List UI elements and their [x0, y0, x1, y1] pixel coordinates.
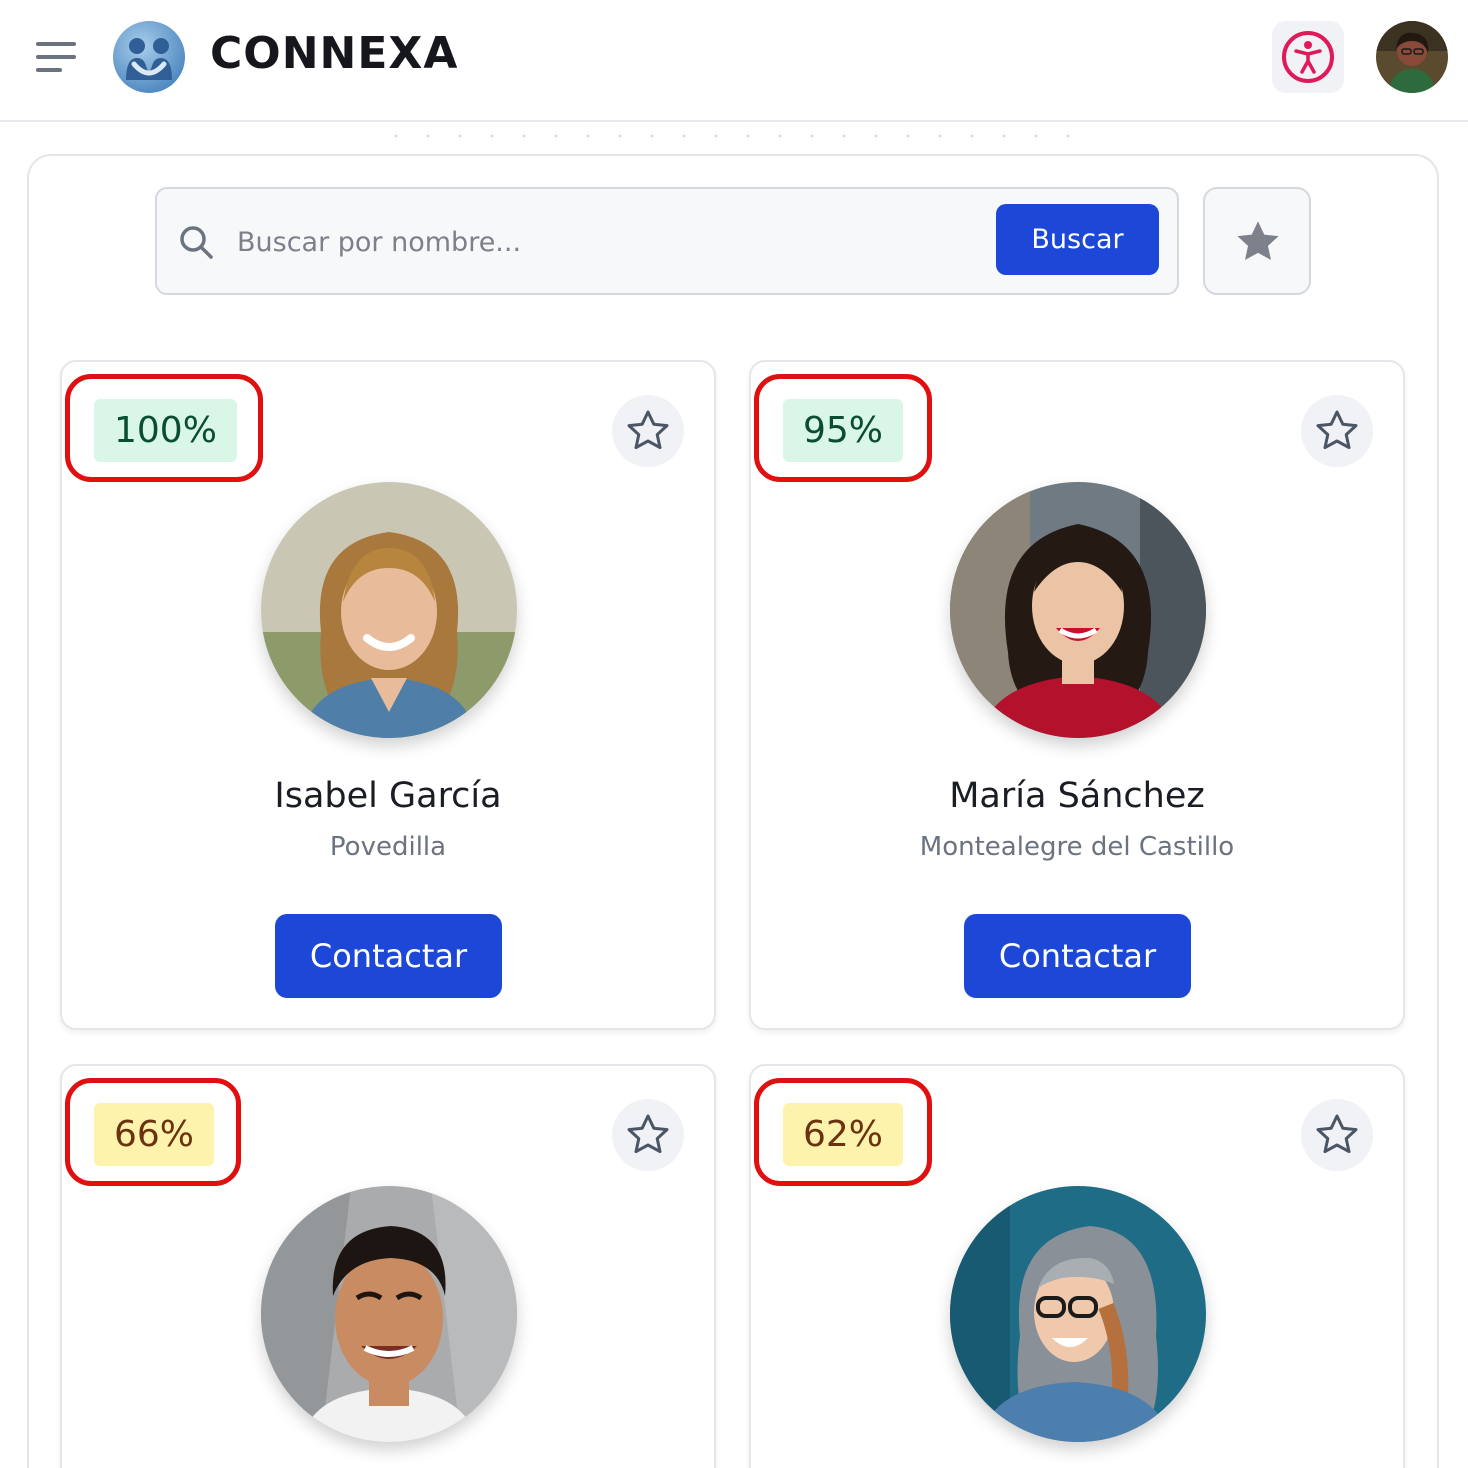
search-icon: [180, 226, 213, 259]
hamburger-menu-icon[interactable]: [36, 40, 78, 74]
match-highlight: [754, 374, 932, 482]
profile-name: Isabel García: [274, 776, 502, 816]
profile-photo: [950, 482, 1206, 738]
profile-card: 66%: [60, 1064, 716, 1468]
star-outline-icon: [627, 410, 669, 450]
profile-photo: [950, 1186, 1206, 1442]
profile-card: 95% María Sánchez Montealegre del Castil…: [749, 360, 1405, 1030]
search-bar: Buscar: [155, 187, 1179, 295]
profile-name: María Sánchez: [949, 776, 1205, 816]
user-avatar[interactable]: [1376, 21, 1448, 93]
brand-name: CONNEXA: [210, 28, 459, 79]
connexa-logo-icon: [112, 20, 186, 94]
profile-location: Povedilla: [329, 832, 447, 862]
decorative-divider: [380, 133, 1080, 139]
contact-button[interactable]: Contactar: [964, 914, 1191, 998]
profile-location: Montealegre del Castillo: [919, 832, 1235, 862]
profile-photo: [261, 1186, 517, 1442]
favorite-button[interactable]: [1301, 395, 1373, 467]
match-highlight: [65, 374, 263, 482]
favorites-filter-button[interactable]: [1203, 187, 1311, 295]
contact-button[interactable]: Contactar: [275, 914, 502, 998]
match-highlight: [65, 1078, 241, 1186]
favorite-button[interactable]: [1301, 1099, 1373, 1171]
star-outline-icon: [1316, 410, 1358, 450]
profile-card: 62%: [749, 1064, 1405, 1468]
profile-card: 100% Isabel García Povedilla Contactar: [60, 360, 716, 1030]
search-input[interactable]: [237, 217, 977, 267]
star-outline-icon: [627, 1114, 669, 1154]
star-outline-icon: [1316, 1114, 1358, 1154]
star-filled-icon: [1237, 221, 1279, 260]
profile-photo: [261, 482, 517, 738]
accessibility-icon: [1282, 31, 1334, 83]
favorite-button[interactable]: [612, 395, 684, 467]
search-button[interactable]: Buscar: [996, 204, 1159, 275]
favorite-button[interactable]: [612, 1099, 684, 1171]
accessibility-button[interactable]: [1272, 21, 1344, 93]
top-header: CONNEXA: [0, 0, 1468, 122]
match-highlight: [754, 1078, 932, 1186]
